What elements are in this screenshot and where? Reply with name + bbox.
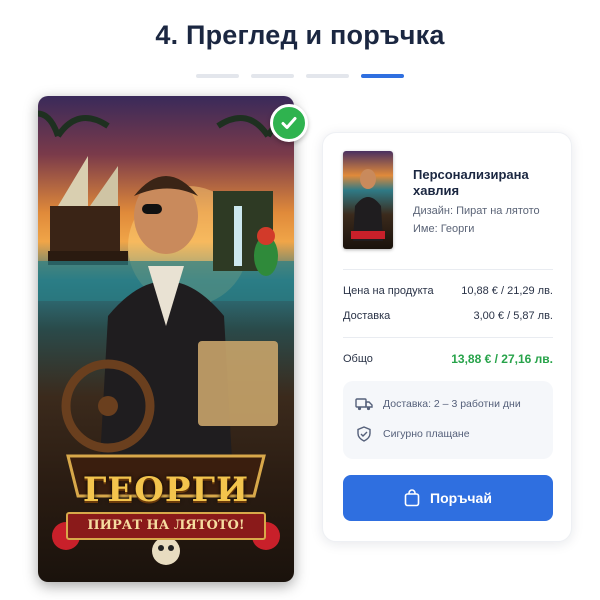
product-thumbnail (343, 151, 393, 249)
truck-icon (355, 398, 373, 411)
price-value: 10,88 € / 21,29 лв. (461, 285, 553, 297)
towel-ribbon-text: ПИРАТ НА ЛЯТОТО! (66, 512, 266, 540)
shipping-label: Доставка (343, 310, 391, 322)
shipping-value: 3,00 € / 5,87 лв. (473, 310, 553, 322)
info-box: Доставка: 2 – 3 работни дни Сигурно плащ… (343, 381, 553, 459)
check-icon (270, 104, 308, 142)
price-label: Цена на продукта (343, 285, 434, 297)
delivery-info-text: Доставка: 2 – 3 работни дни (383, 398, 521, 410)
shield-icon (357, 426, 371, 442)
total-value: 13,88 € / 27,16 лв. (451, 352, 553, 366)
divider (343, 269, 553, 270)
page-title: 4. Преглед и поръчка (155, 20, 445, 50)
secure-info: Сигурно плащане (355, 426, 470, 442)
shopping-bag-icon (404, 489, 420, 507)
product-name: Име: Георги (413, 223, 475, 235)
total-row: Общо 13,88 € / 27,16 лв. (343, 352, 553, 366)
order-summary-card: Персонализирана хавлия Дизайн: Пират на … (322, 132, 572, 542)
product-design: Дизайн: Пират на лятото (413, 205, 540, 217)
towel-name-text: ГЕОРГИ (82, 470, 250, 510)
delivery-info: Доставка: 2 – 3 работни дни (355, 397, 521, 411)
step-3 (306, 74, 349, 78)
progress-steps (196, 74, 404, 78)
secure-info-text: Сигурно плащане (383, 428, 470, 440)
shipping-row: Доставка 3,00 € / 5,87 лв. (343, 310, 553, 322)
price-row: Цена на продукта 10,88 € / 21,29 лв. (343, 285, 553, 297)
order-button[interactable]: Поръчай (343, 475, 553, 521)
step-4-active (361, 74, 404, 78)
step-2 (251, 74, 294, 78)
order-button-label: Поръчай (430, 490, 492, 506)
total-label: Общо (343, 353, 373, 365)
divider (343, 337, 553, 338)
step-1 (196, 74, 239, 78)
product-title: Персонализирана хавлия (413, 167, 529, 198)
